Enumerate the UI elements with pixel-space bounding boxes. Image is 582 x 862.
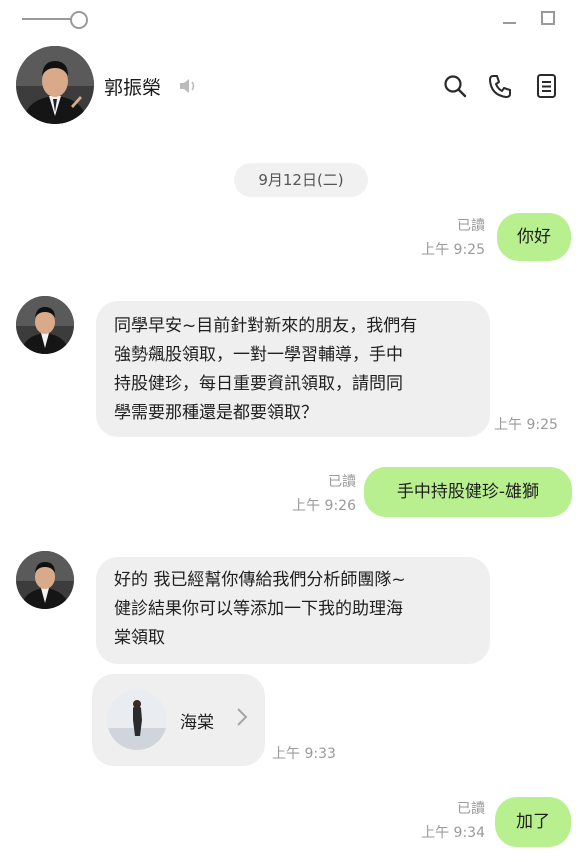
outgoing-message-bubble[interactable]: 加了	[495, 797, 571, 847]
message-time: 上午 9:33	[272, 746, 336, 762]
message-time: 上午 9:34	[421, 825, 485, 841]
message-text: 好的 我已經幫你傳給我們分析師團隊~ 健診結果你可以等添加一下我的助理海 棠領取	[114, 570, 406, 648]
chevron-right-icon	[235, 706, 249, 728]
contact-card-name: 海棠	[180, 713, 214, 733]
contact-card[interactable]: 海棠	[92, 674, 265, 766]
notes-icon[interactable]	[534, 73, 560, 99]
minimize-icon[interactable]	[500, 8, 520, 28]
contact-card-avatar	[107, 690, 167, 750]
read-receipt: 已讀	[457, 801, 485, 817]
pin-slider-icon[interactable]	[22, 10, 88, 29]
message-text: 同學早安~目前針對新來的朋友，我們有 強勢飆股領取，一對一學習輔導，手中 持股健…	[114, 316, 418, 423]
phone-icon[interactable]	[487, 73, 513, 99]
read-receipt: 已讀	[328, 474, 356, 490]
message-time: 上午 9:25	[421, 242, 485, 258]
sender-avatar[interactable]	[16, 551, 74, 609]
outgoing-message-bubble[interactable]: 你好	[497, 213, 571, 261]
date-separator: 9月12日(二)	[234, 163, 368, 197]
maximize-icon[interactable]	[538, 8, 558, 28]
sender-avatar[interactable]	[16, 296, 74, 354]
message-time: 上午 9:25	[494, 417, 558, 433]
incoming-message-bubble[interactable]: 同學早安~目前針對新來的朋友，我們有 強勢飆股領取，一對一學習輔導，手中 持股健…	[96, 301, 490, 437]
speaker-icon[interactable]	[178, 77, 198, 95]
incoming-message-bubble[interactable]: 好的 我已經幫你傳給我們分析師團隊~ 健診結果你可以等添加一下我的助理海 棠領取	[96, 557, 490, 664]
search-icon[interactable]	[442, 73, 468, 99]
message-time: 上午 9:26	[292, 498, 356, 514]
contact-avatar[interactable]	[16, 46, 94, 124]
read-receipt: 已讀	[457, 218, 485, 234]
outgoing-message-bubble[interactable]: 手中持股健珍-雄獅	[364, 467, 572, 517]
contact-name: 郭振榮	[104, 77, 162, 99]
